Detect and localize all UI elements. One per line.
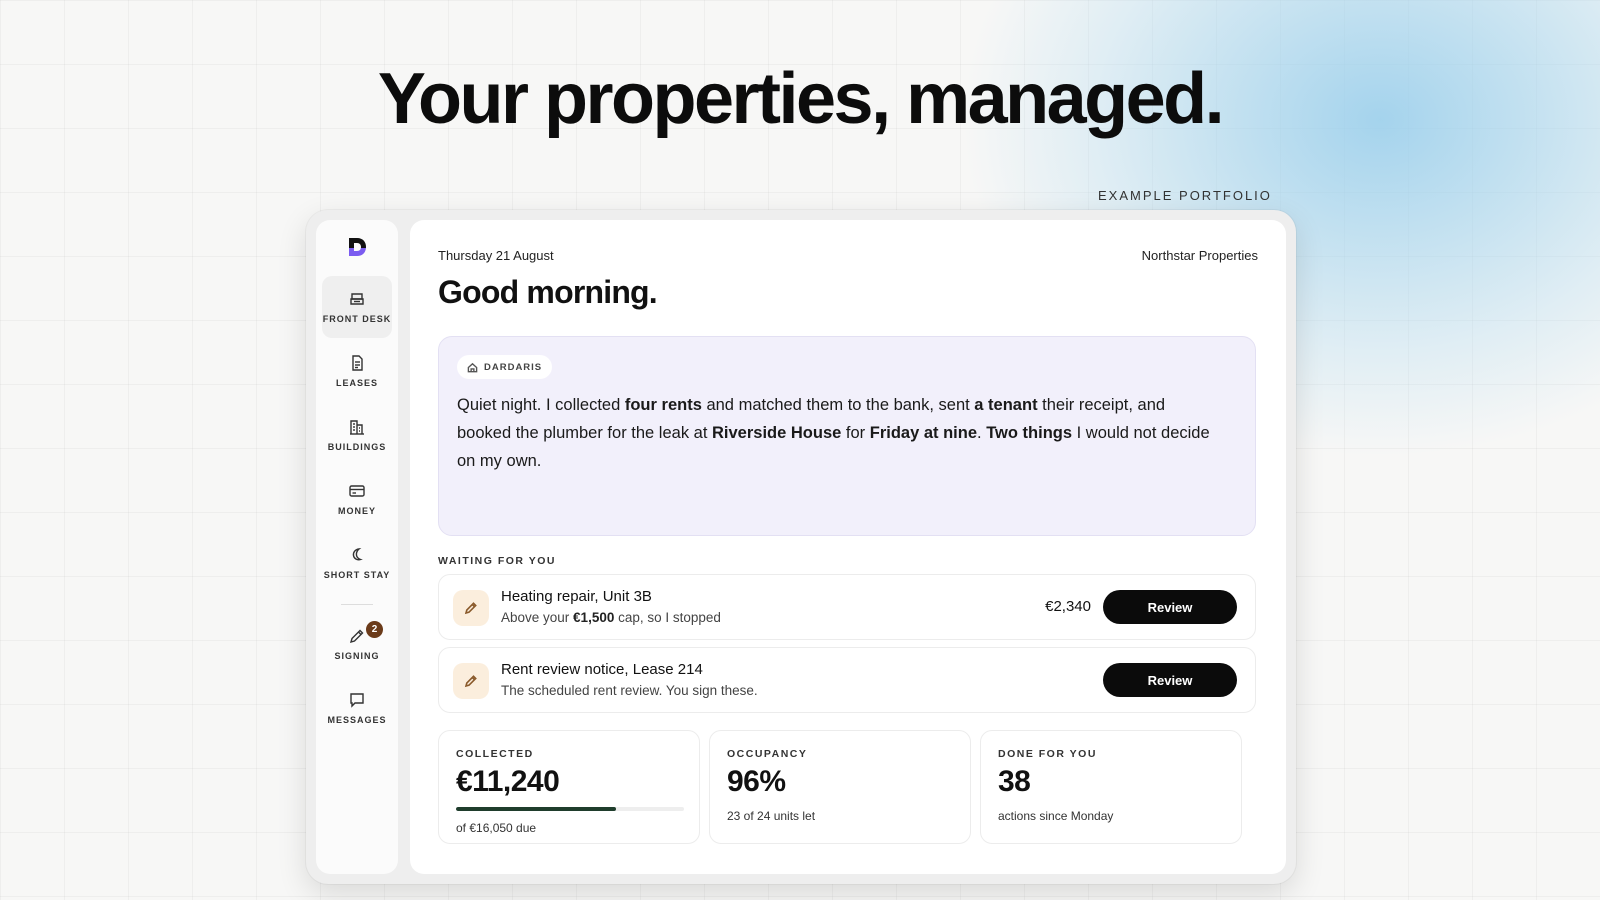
message-part: .	[977, 424, 987, 442]
message-highlight: a tenant	[974, 396, 1038, 414]
sidebar-item-label: FRONT DESK	[322, 314, 392, 324]
pencil-icon	[464, 602, 477, 615]
message-part: for	[841, 424, 870, 442]
pen-icon	[349, 629, 364, 644]
document-icon	[352, 355, 363, 371]
hero-headline: Your properties, managed.	[377, 59, 1225, 139]
home-icon	[467, 362, 478, 372]
collected-progress-bar	[456, 807, 684, 811]
sidebar-item-signing[interactable]: 2 SIGNING	[322, 613, 392, 675]
collected-progress-fill	[456, 807, 616, 811]
task-amount: €2,340	[1045, 598, 1091, 615]
stat-value: 96%	[727, 765, 786, 798]
chat-bubble-icon	[350, 693, 364, 708]
task-row-rent-review[interactable]: Rent review notice, Lease 214 The schedu…	[438, 647, 1256, 713]
message-highlight: Two things	[986, 424, 1073, 442]
task-subtitle-text: cap, so I stopped	[614, 610, 721, 625]
current-date: Thursday 21 August	[438, 248, 554, 263]
sidebar-item-buildings[interactable]: BUILDINGS	[322, 404, 392, 466]
stat-card-done-for-you: DONE FOR YOU 38 actions since Monday	[980, 730, 1242, 844]
stat-card-occupancy: OCCUPANCY 96% 23 of 24 units let	[709, 730, 971, 844]
stat-card-collected: COLLECTED €11,240 of €16,050 due	[438, 730, 700, 844]
sidebar-item-short-stay[interactable]: SHORT STAY	[322, 532, 392, 594]
review-button[interactable]: Review	[1103, 590, 1237, 624]
task-icon-bg	[453, 663, 489, 699]
stat-value: 38	[998, 765, 1031, 798]
sidebar-item-money[interactable]: MONEY	[322, 468, 392, 530]
stat-subtext: 23 of 24 units let	[727, 809, 816, 823]
credit-card-icon	[349, 485, 365, 497]
task-title: Rent review notice, Lease 214	[501, 661, 703, 678]
moon-icon	[352, 547, 363, 561]
task-subtitle-bold: €1,500	[573, 610, 615, 625]
company-name: Northstar Properties	[1141, 248, 1258, 263]
task-subtitle: Above your €1,500 cap, so I stopped	[501, 610, 721, 625]
task-icon-bg	[453, 590, 489, 626]
sidebar-item-label: MONEY	[337, 506, 376, 516]
stat-label: DONE FOR YOU	[998, 748, 1097, 760]
message-part: and matched them to the bank, sent	[701, 396, 975, 414]
signing-count-badge: 2	[366, 621, 383, 638]
sidebar-item-label: BUILDINGS	[327, 442, 387, 452]
sidebar-item-label: MESSAGES	[327, 715, 387, 725]
stat-label: COLLECTED	[456, 748, 534, 760]
stat-label: OCCUPANCY	[727, 748, 808, 760]
task-title: Heating repair, Unit 3B	[501, 588, 652, 605]
agent-name: DARDARIS	[484, 361, 543, 373]
task-subtitle-text: Above your	[501, 610, 574, 625]
sidebar-item-front-desk[interactable]: FRONT DESK	[322, 276, 392, 338]
message-highlight: Friday at nine	[869, 424, 978, 442]
review-button[interactable]: Review	[1103, 663, 1237, 697]
sidebar-item-messages[interactable]: MESSAGES	[322, 677, 392, 739]
buildings-icon	[350, 420, 364, 435]
agent-message: Quiet night. I collected four rents and …	[457, 391, 1217, 475]
agent-chip: DARDARIS	[457, 355, 553, 379]
example-portfolio-label: EXAMPLE PORTFOLIO	[1098, 188, 1272, 203]
sidebar-item-leases[interactable]: LEASES	[322, 340, 392, 402]
agent-summary-card: DARDARIS Quiet night. I collected four r…	[438, 336, 1256, 536]
app-window: FRONT DESK LEASES BUILDINGS MONEY SHORT	[306, 210, 1296, 884]
front-desk-panel: Thursday 21 August Northstar Properties …	[410, 220, 1286, 874]
task-row-heating-repair[interactable]: Heating repair, Unit 3B Above your €1,50…	[438, 574, 1256, 640]
sidebar-item-label: SHORT STAY	[323, 570, 391, 580]
page-title: Good morning.	[438, 274, 658, 310]
message-part: Quiet night. I collected	[457, 396, 625, 414]
stat-subtext: of €16,050 due	[456, 821, 537, 835]
message-highlight: four rents	[624, 396, 702, 414]
task-subtitle: The scheduled rent review. You sign thes…	[501, 683, 758, 698]
sidebar-item-label: LEASES	[335, 378, 378, 388]
stat-value: €11,240	[456, 765, 560, 798]
sidebar: FRONT DESK LEASES BUILDINGS MONEY SHORT	[316, 220, 398, 874]
sidebar-divider	[341, 604, 373, 605]
pencil-icon	[464, 675, 477, 688]
stat-subtext: actions since Monday	[998, 809, 1114, 823]
app-logo-icon[interactable]	[346, 236, 368, 258]
inbox-tray-icon	[350, 293, 364, 305]
waiting-section-label: WAITING FOR YOU	[438, 555, 556, 567]
sidebar-item-label: SIGNING	[334, 651, 380, 661]
message-highlight: Riverside House	[712, 424, 842, 442]
